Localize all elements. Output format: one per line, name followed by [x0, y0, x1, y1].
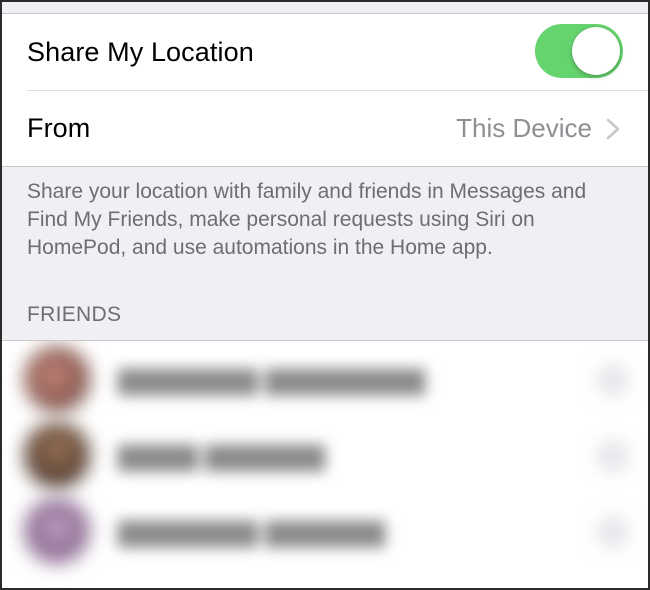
share-my-location-row[interactable]: Share My Location [0, 14, 650, 90]
top-spacer [0, 0, 650, 14]
avatar [24, 346, 90, 412]
from-value: This Device [456, 112, 592, 143]
list-item[interactable]: ▇▇▇▇ ▇▇▇▇▇▇ [0, 417, 650, 493]
friend-name-redacted: ▇▇▇▇▇▇▇ ▇▇▇▇▇▇▇▇ [118, 365, 426, 395]
friends-list: ▇▇▇▇▇▇▇ ▇▇▇▇▇▇▇▇ ▇▇▇▇ ▇▇▇▇▇▇ ▇▇▇▇▇▇▇ ▇▇▇… [0, 340, 650, 590]
friend-accessory [596, 363, 630, 397]
list-item[interactable]: ▇▇▇▇▇▇▇ ▇▇▇▇▇▇ [0, 493, 650, 569]
from-row[interactable]: From This Device [0, 90, 650, 166]
share-my-location-label: Share My Location [27, 36, 254, 67]
friend-name-redacted: ▇▇▇▇ ▇▇▇▇▇▇ [118, 441, 326, 471]
share-my-location-toggle[interactable] [535, 24, 623, 78]
friend-name-redacted: ▇▇▇▇▇▇▇ ▇▇▇▇▇▇ [118, 517, 386, 547]
avatar [24, 422, 90, 488]
location-footer-text: Share your location with family and frie… [27, 180, 587, 259]
chevron-right-icon [606, 118, 620, 140]
friends-section-header: FRIENDS [27, 303, 122, 326]
from-label: From [27, 112, 91, 143]
avatar [24, 498, 90, 564]
friend-accessory [596, 515, 630, 549]
friend-accessory [596, 439, 630, 473]
list-item[interactable]: ▇▇▇▇▇▇▇ ▇▇▇▇▇▇▇▇ [0, 341, 650, 417]
location-settings-group: Share My Location From This Device [0, 14, 650, 167]
toggle-knob [572, 27, 620, 75]
